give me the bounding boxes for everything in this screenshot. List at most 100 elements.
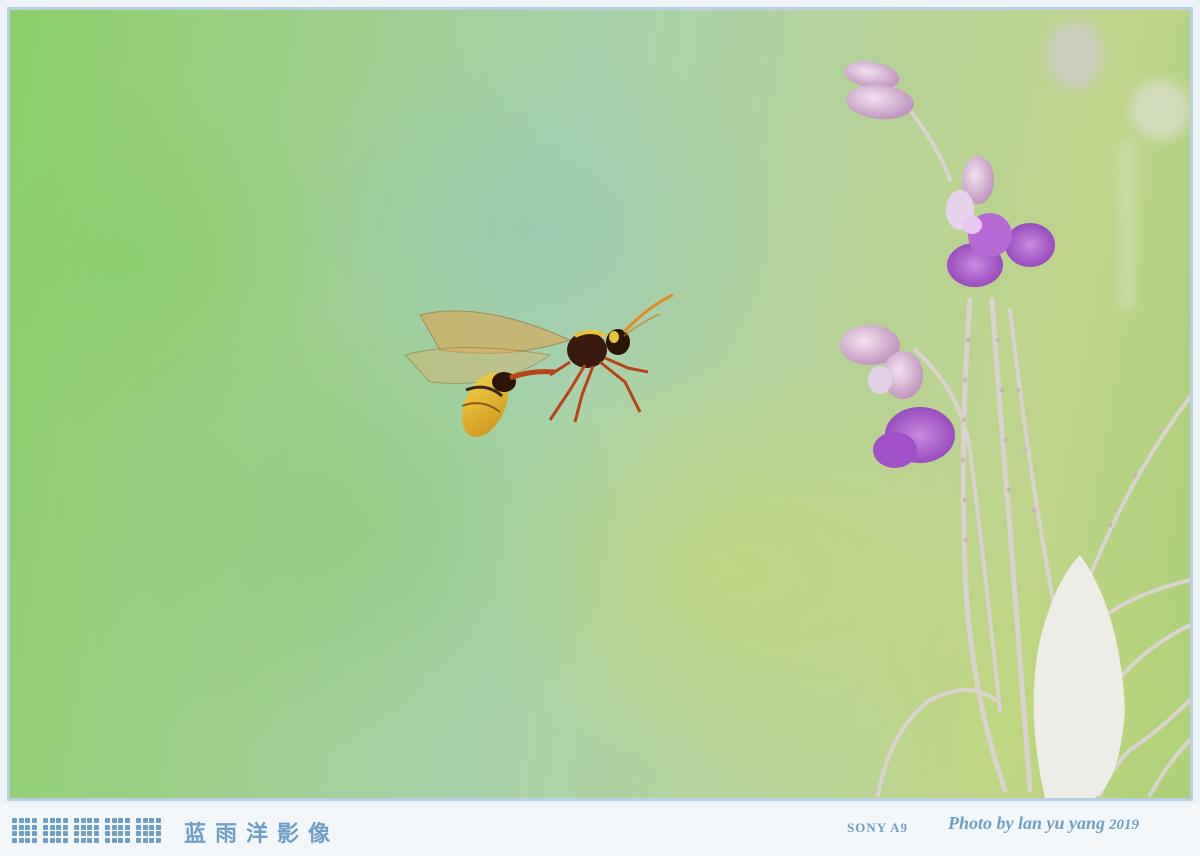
white-sheath	[1033, 555, 1125, 798]
dot-cluster	[74, 818, 99, 843]
dot	[12, 837, 17, 843]
dot	[142, 837, 148, 843]
lower-purple-flower	[840, 325, 955, 468]
dot	[74, 824, 79, 830]
dot	[43, 824, 48, 830]
dot	[149, 824, 154, 830]
wasp	[404, 293, 674, 437]
dot	[142, 824, 148, 830]
studio-brand: 蓝雨洋影像	[184, 821, 340, 847]
dot	[124, 818, 130, 823]
dot	[74, 818, 79, 823]
dot	[25, 824, 30, 830]
dot	[25, 837, 30, 843]
dot	[87, 831, 92, 836]
dot	[56, 837, 61, 843]
dot	[43, 831, 48, 836]
dot	[56, 818, 61, 823]
dot	[93, 831, 99, 836]
dot	[118, 818, 123, 823]
dot	[49, 818, 55, 823]
dot	[62, 837, 68, 843]
dot	[25, 831, 30, 836]
dot	[18, 824, 24, 830]
dot	[74, 837, 79, 843]
dot	[56, 824, 61, 830]
dot	[149, 837, 154, 843]
dot	[49, 837, 55, 843]
dot	[43, 818, 48, 823]
dot	[62, 818, 68, 823]
top-buds	[844, 61, 914, 120]
dot	[93, 837, 99, 843]
dot	[80, 837, 86, 843]
dot	[18, 818, 24, 823]
footer-bar: 蓝雨洋影像 SONY A9 Photo by lan yu yang 2019	[0, 804, 1200, 856]
dot	[87, 818, 92, 823]
dot	[111, 831, 117, 836]
dot	[80, 824, 86, 830]
dot	[18, 837, 24, 843]
dot	[149, 831, 154, 836]
dot	[12, 831, 17, 836]
decorative-dot-grid	[12, 818, 161, 843]
dot	[118, 824, 123, 830]
dot	[43, 837, 48, 843]
dot	[49, 824, 55, 830]
dot	[93, 824, 99, 830]
dot	[80, 831, 86, 836]
dot-cluster	[105, 818, 130, 843]
photo-illustration	[404, 21, 1190, 798]
dot	[25, 818, 30, 823]
dot	[124, 824, 130, 830]
dot	[111, 837, 117, 843]
dot	[31, 824, 37, 830]
dot	[136, 818, 141, 823]
dot	[105, 818, 110, 823]
dot	[136, 824, 141, 830]
credit-text: Photo by lan yu yang	[948, 813, 1106, 833]
dot	[124, 837, 130, 843]
dot	[105, 824, 110, 830]
dot	[142, 818, 148, 823]
photograph	[10, 10, 1190, 798]
dot	[155, 824, 161, 830]
dot	[124, 831, 130, 836]
credit-year: 2019	[1109, 817, 1140, 833]
photo-frame: 蓝雨洋影像 SONY A9 Photo by lan yu yang 2019	[0, 0, 1200, 856]
dot	[56, 831, 61, 836]
upper-purple-flower	[946, 156, 1055, 287]
dot	[12, 824, 17, 830]
bokeh-flowers	[1047, 21, 1190, 310]
dot	[31, 818, 37, 823]
dot	[80, 818, 86, 823]
dot	[136, 837, 141, 843]
dot	[136, 831, 141, 836]
dot	[155, 818, 161, 823]
dot	[155, 831, 161, 836]
dot	[93, 818, 99, 823]
dot	[74, 831, 79, 836]
dot	[18, 831, 24, 836]
dot	[155, 837, 161, 843]
photo-credit: Photo by lan yu yang 2019	[948, 813, 1139, 834]
dot	[149, 818, 154, 823]
dot	[31, 837, 37, 843]
dot-cluster	[12, 818, 37, 843]
camera-model: SONY A9	[847, 820, 909, 835]
dot-cluster	[136, 818, 161, 843]
dot	[49, 831, 55, 836]
dot	[31, 831, 37, 836]
dot	[118, 831, 123, 836]
dot	[111, 818, 117, 823]
dot	[87, 837, 92, 843]
dot-cluster	[43, 818, 68, 843]
dot	[105, 831, 110, 836]
dot	[142, 831, 148, 836]
dot	[118, 837, 123, 843]
stem-texture	[960, 337, 1163, 543]
dot	[105, 837, 110, 843]
dot	[111, 824, 117, 830]
dot	[62, 824, 68, 830]
dot	[87, 824, 92, 830]
